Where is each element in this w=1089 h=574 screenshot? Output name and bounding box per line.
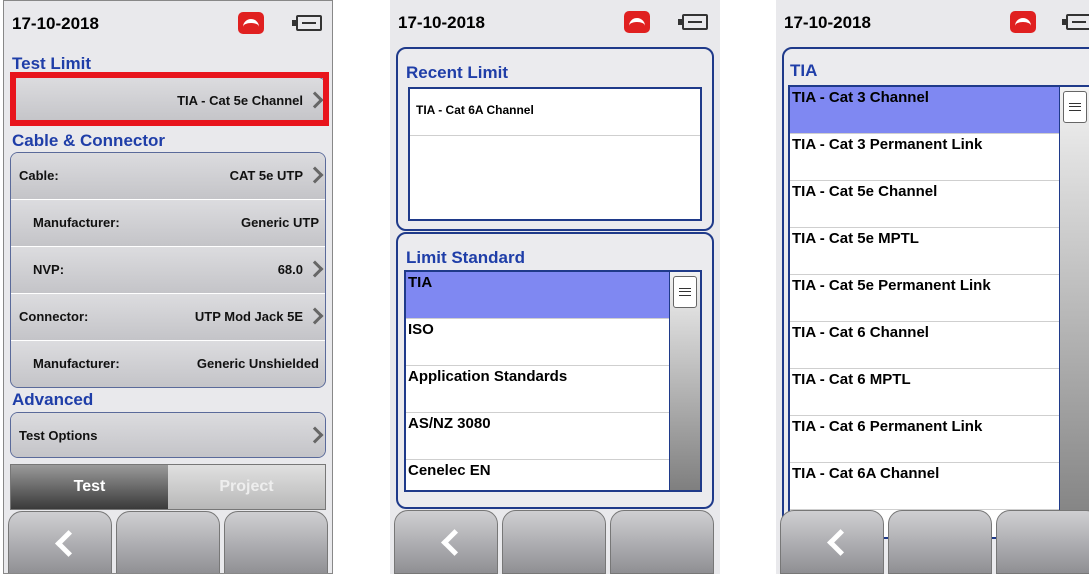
phone-hangup-icon[interactable] (624, 11, 650, 33)
softkey-2[interactable] (502, 510, 606, 574)
date-label: 17-10-2018 (784, 13, 871, 32)
softkey-3[interactable] (224, 511, 328, 573)
tab-bar: Test Project (10, 464, 326, 510)
list-item[interactable]: TIA - Cat 3 Channel (790, 87, 1060, 134)
list-item[interactable]: TIA - Cat 5e MPTL (790, 228, 1060, 275)
back-button[interactable] (780, 510, 884, 574)
tab-test[interactable]: Test (11, 465, 168, 509)
list-item[interactable]: Cenelec EN (406, 460, 670, 490)
test-limit-heading: Test Limit (12, 54, 92, 73)
connector-manufacturer-row: Manufacturer: Generic Unshielded (11, 341, 325, 387)
recent-limit-list: TIA - Cat 6A Channel (408, 87, 702, 221)
nvp-value: 68.0 (277, 262, 303, 277)
cable-manufacturer-row: Manufacturer: Generic UTP (11, 200, 325, 247)
connector-value: UTP Mod Jack 5E (194, 309, 303, 324)
list-item[interactable]: TIA (406, 272, 670, 319)
cable-row[interactable]: Cable: CAT 5e UTP (11, 153, 325, 200)
list-item[interactable]: TIA - Cat 5e Permanent Link (790, 275, 1060, 322)
scroll-thumb-icon[interactable] (673, 276, 697, 308)
softkey-bar (4, 511, 332, 573)
tia-heading: TIA (790, 61, 818, 80)
chevron-right-icon (309, 427, 319, 443)
phone-hangup-icon[interactable] (1010, 11, 1036, 33)
nvp-row[interactable]: NVP: 68.0 (11, 247, 325, 294)
back-button[interactable] (394, 510, 498, 574)
cable-connector-group: Cable: CAT 5e UTP Manufacturer: Generic … (10, 152, 326, 388)
list-item[interactable]: ISO (406, 319, 670, 366)
selection-highlight-box (10, 72, 329, 126)
connector-manufacturer-value: Generic Unshielded (196, 356, 319, 371)
cable-manufacturer-value: Generic UTP (240, 215, 319, 230)
date-label: 17-10-2018 (12, 14, 99, 33)
connector-manufacturer-label: Manufacturer: (33, 356, 120, 371)
softkey-3[interactable] (610, 510, 714, 574)
limit-select-screen: 17-10-2018 Recent Limit TIA - Cat 6A Cha… (390, 0, 720, 574)
chevron-right-icon (309, 261, 319, 277)
status-bar: 17-10-2018 (776, 0, 1089, 44)
chevron-right-icon (309, 308, 319, 324)
softkey-2[interactable] (888, 510, 992, 574)
date-label: 17-10-2018 (398, 13, 485, 32)
scroll-thumb-icon[interactable] (1063, 91, 1087, 123)
cable-label: Cable: (19, 168, 59, 183)
cable-value: CAT 5e UTP (229, 168, 303, 183)
settings-screen: 17-10-2018 Test Limit TIA - Cat 5e Chann… (3, 0, 333, 574)
recent-limit-panel: Recent Limit TIA - Cat 6A Channel (396, 47, 714, 231)
scrollbar[interactable] (1059, 87, 1089, 537)
softkey-2[interactable] (116, 511, 220, 573)
tia-panel: TIA TIA - Cat 3 Channel TIA - Cat 3 Perm… (782, 47, 1089, 574)
advanced-heading: Advanced (12, 390, 94, 409)
list-item[interactable]: TIA - Cat 5e Channel (790, 181, 1060, 228)
test-options-label: Test Options (19, 428, 98, 443)
softkey-3[interactable] (996, 510, 1089, 574)
back-arrow-icon (53, 528, 73, 558)
list-item[interactable]: AS/NZ 3080 (406, 413, 670, 460)
test-options-row[interactable]: Test Options (10, 412, 326, 458)
battery-icon (292, 15, 322, 31)
scrollbar[interactable] (669, 272, 700, 490)
back-arrow-icon (825, 527, 845, 557)
list-item[interactable]: TIA - Cat 6 Permanent Link (790, 416, 1060, 463)
limit-standard-heading: Limit Standard (406, 248, 526, 267)
softkey-bar (390, 510, 720, 574)
list-item[interactable]: TIA - Cat 3 Permanent Link (790, 134, 1060, 181)
nvp-label: NVP: (33, 262, 65, 277)
list-item[interactable]: Application Standards (406, 366, 670, 413)
cable-connector-heading: Cable & Connector (12, 131, 166, 150)
back-arrow-icon (439, 527, 459, 557)
recent-limit-item[interactable]: TIA - Cat 6A Channel (410, 89, 700, 136)
tab-project[interactable]: Project (168, 465, 325, 509)
chevron-right-icon (309, 167, 319, 183)
tia-limit-list: TIA - Cat 3 Channel TIA - Cat 3 Permanen… (788, 85, 1089, 539)
list-item[interactable]: TIA - Cat 6A Channel (790, 463, 1060, 510)
connector-label: Connector: (19, 309, 89, 324)
recent-limit-heading: Recent Limit (406, 63, 509, 82)
battery-icon (678, 14, 708, 30)
back-button[interactable] (8, 511, 112, 573)
limit-standard-panel: Limit Standard TIA ISO Application Stand… (396, 232, 714, 509)
cable-manufacturer-label: Manufacturer: (33, 215, 120, 230)
phone-hangup-icon[interactable] (238, 12, 264, 34)
list-item[interactable]: TIA - Cat 6 Channel (790, 322, 1060, 369)
tia-limit-screen: 17-10-2018 TIA TIA - Cat 3 Channel TIA -… (776, 0, 1089, 574)
softkey-bar (776, 510, 1089, 574)
limit-standard-list: TIA ISO Application Standards AS/NZ 3080… (404, 270, 702, 492)
list-item[interactable]: TIA - Cat 6 MPTL (790, 369, 1060, 416)
connector-row[interactable]: Connector: UTP Mod Jack 5E (11, 294, 325, 341)
status-bar: 17-10-2018 (390, 0, 720, 44)
battery-icon (1062, 14, 1089, 30)
status-bar: 17-10-2018 (4, 1, 332, 45)
